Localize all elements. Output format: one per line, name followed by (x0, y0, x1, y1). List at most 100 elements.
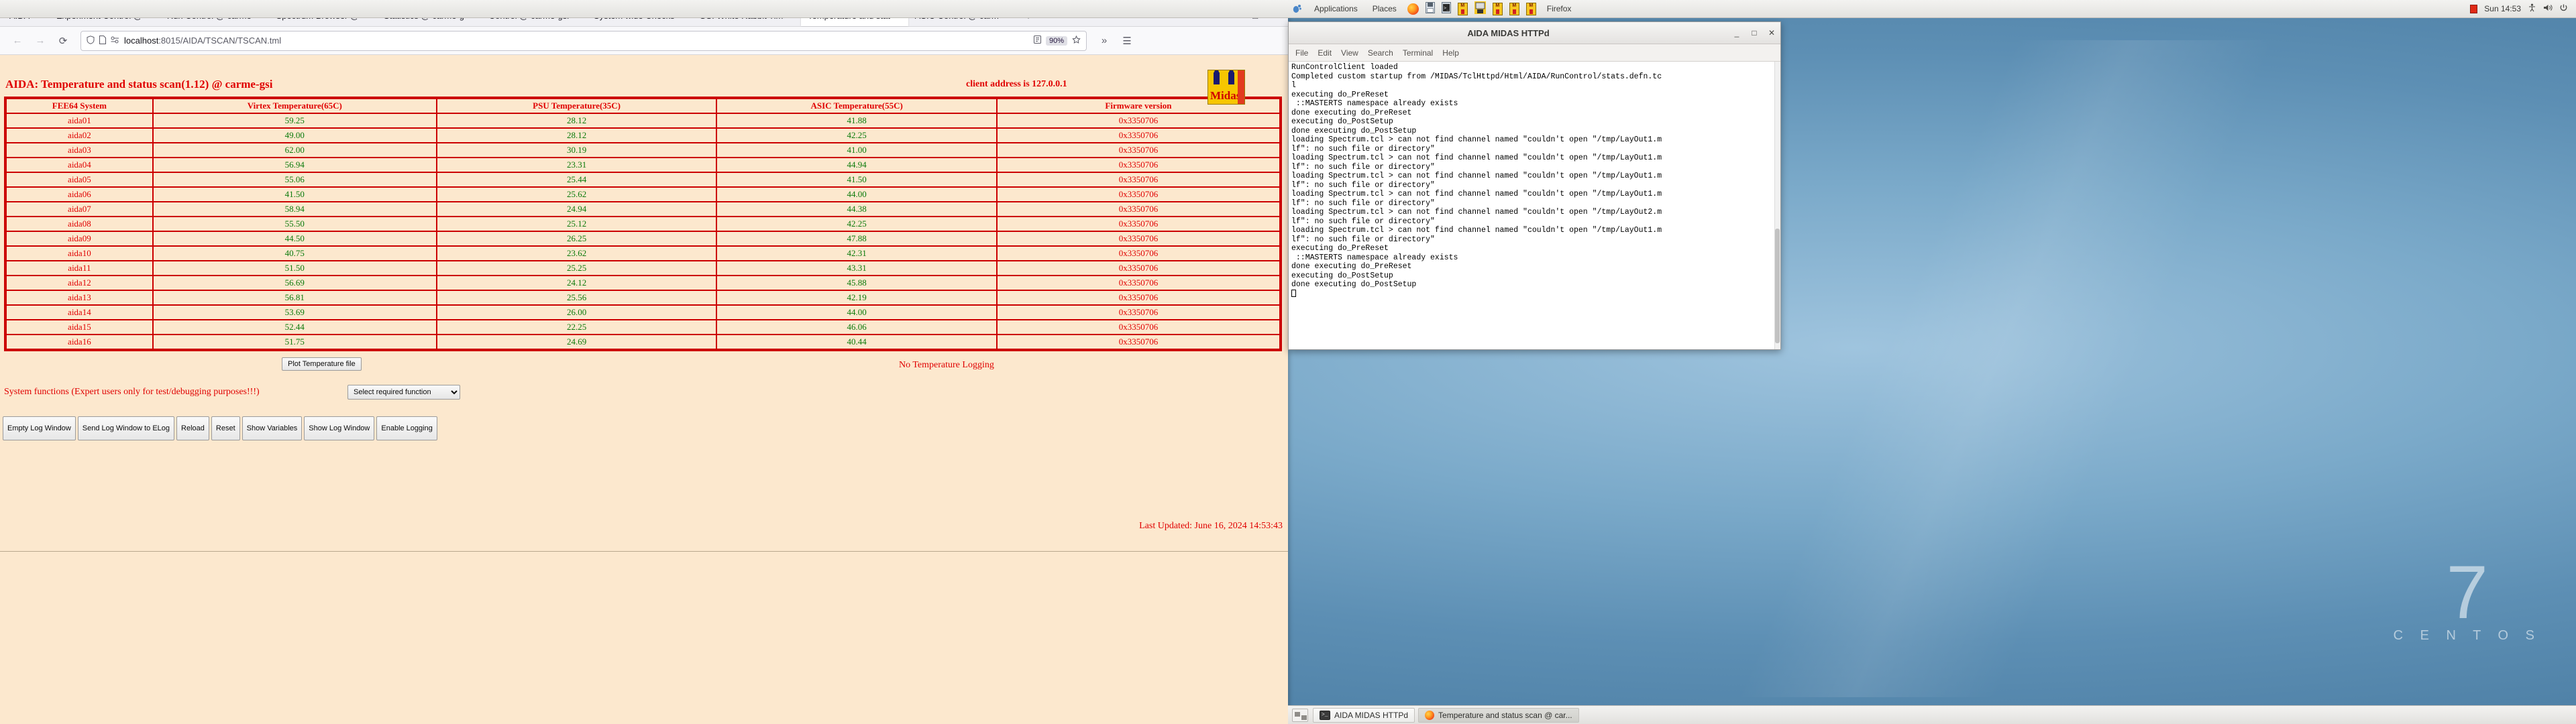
system-button-enable-logging[interactable]: Enable Logging (376, 416, 437, 440)
volume-icon[interactable] (2543, 3, 2553, 14)
centos-version-number: 7 (2394, 564, 2541, 621)
temperature-cell: 55.50 (153, 217, 437, 231)
panel-clock[interactable]: Sun 14:53 (2484, 4, 2521, 13)
workspace-switcher[interactable] (1292, 709, 1308, 722)
system-button-show-log-window[interactable]: Show Log Window (304, 416, 374, 440)
system-button-show-variables[interactable]: Show Variables (242, 416, 303, 440)
firefox-icon[interactable] (1407, 3, 1419, 15)
terminal-output-area[interactable]: RunControlClient loaded Completed custom… (1289, 62, 1780, 349)
fee64-system-cell: aida11 (5, 261, 153, 276)
table-row: aida0456.9423.3144.940x3350706 (5, 158, 1281, 172)
midas-icon-4[interactable]: M (1526, 3, 1536, 15)
firmware-version-cell: 0x3350706 (997, 113, 1281, 128)
table-row: aida0641.5025.6244.000x3350706 (5, 187, 1281, 202)
accessibility-icon[interactable] (2528, 3, 2536, 14)
temperature-status-table: FEE64 SystemVirtex Temperature(65C)PSU T… (4, 97, 1282, 351)
function-select-dropdown[interactable]: Select required function (347, 385, 460, 400)
forward-button[interactable]: → (31, 32, 50, 50)
bookmark-star-icon[interactable] (1072, 36, 1081, 46)
terminal-cursor (1291, 290, 1296, 297)
reader-view-icon[interactable] (1034, 36, 1041, 46)
centos-name: C E N T O S (2394, 628, 2541, 644)
terminal-menu-terminal[interactable]: Terminal (1403, 48, 1433, 58)
fee64-system-cell: aida08 (5, 217, 153, 231)
applications-menu[interactable]: Applications (1310, 3, 1362, 15)
firmware-version-cell: 0x3350706 (997, 305, 1281, 320)
terminal-menu-help[interactable]: Help (1442, 48, 1459, 58)
temperature-cell: 41.88 (716, 113, 997, 128)
midas-logo-text: Midas (1210, 89, 1240, 103)
terminal-maximize-button[interactable]: □ (1746, 28, 1763, 38)
firmware-version-cell: 0x3350706 (997, 172, 1281, 187)
temperature-cell: 41.50 (716, 172, 997, 187)
system-button-send-log-window-to-elog[interactable]: Send Log Window to ELog (78, 416, 174, 440)
terminal-output-text: RunControlClient loaded Completed custom… (1291, 63, 1778, 290)
terminal-app-icon[interactable]: >_ (1442, 2, 1451, 15)
temperature-cell: 43.31 (716, 261, 997, 276)
temperature-cell: 44.00 (716, 305, 997, 320)
system-functions-row: System functions (Expert users only for … (0, 381, 1288, 410)
recording-icon[interactable] (2470, 5, 2477, 13)
fee64-system-cell: aida15 (5, 320, 153, 335)
temperature-cell: 24.12 (437, 276, 717, 290)
url-bar[interactable]: localhost:8015/AIDA/TSCAN/TSCAN.tml 90% (80, 31, 1087, 51)
terminal-menu-file[interactable]: File (1295, 48, 1308, 58)
fee64-system-cell: aida05 (5, 172, 153, 187)
svg-text:>_: >_ (1444, 5, 1450, 11)
table-row: aida0159.2528.1241.880x3350706 (5, 113, 1281, 128)
plot-temperature-file-button[interactable]: Plot Temperature file (282, 357, 362, 371)
system-button-reset[interactable]: Reset (211, 416, 240, 440)
firmware-version-cell: 0x3350706 (997, 320, 1281, 335)
temperature-cell: 26.25 (437, 231, 717, 246)
temperature-cell: 24.94 (437, 202, 717, 217)
permissions-icon[interactable] (111, 36, 119, 46)
table-row: aida0362.0030.1941.000x3350706 (5, 143, 1281, 158)
temperature-cell: 25.25 (437, 261, 717, 276)
taskbar-item-1[interactable]: Temperature and status scan @ car... (1418, 708, 1579, 723)
midas-icon-1[interactable]: M (1458, 3, 1468, 15)
temperature-cell: 28.12 (437, 128, 717, 143)
temperature-cell: 25.44 (437, 172, 717, 187)
table-header-cell: ASIC Temperature(55C) (716, 98, 997, 113)
table-row: aida1151.5025.2543.310x3350706 (5, 261, 1281, 276)
table-row: aida0855.5025.1242.250x3350706 (5, 217, 1281, 231)
terminal-scrollbar[interactable] (1774, 62, 1780, 349)
firmware-version-cell: 0x3350706 (997, 143, 1281, 158)
table-body: aida0159.2528.1241.880x3350706aida0249.0… (5, 113, 1281, 350)
system-button-empty-log-window[interactable]: Empty Log Window (3, 416, 76, 440)
terminal-minimize-button[interactable]: _ (1728, 28, 1746, 38)
fee64-system-cell: aida03 (5, 143, 153, 158)
fee64-system-cell: aida01 (5, 113, 153, 128)
temperature-cell: 28.12 (437, 113, 717, 128)
reload-button[interactable]: ⟳ (54, 32, 72, 50)
back-button[interactable]: ← (8, 32, 27, 50)
system-button-reload[interactable]: Reload (176, 416, 209, 440)
midas-icon-2[interactable]: M (1493, 3, 1503, 15)
table-row: aida0249.0028.1242.250x3350706 (5, 128, 1281, 143)
terminal-titlebar[interactable]: AIDA MIDAS HTTPd _ □ ✕ (1289, 22, 1780, 44)
terminal-scrollbar-thumb[interactable] (1775, 229, 1780, 344)
zoom-level-badge[interactable]: 90% (1046, 36, 1067, 46)
shield-icon[interactable] (87, 36, 95, 46)
power-icon[interactable] (2559, 3, 2568, 14)
firmware-version-cell: 0x3350706 (997, 202, 1281, 217)
temperature-cell: 24.69 (437, 335, 717, 350)
terminal-menubar: File Edit View Search Terminal Help (1289, 44, 1780, 62)
midas-terminal-icon[interactable] (1474, 1, 1486, 16)
terminal-menu-search[interactable]: Search (1368, 48, 1393, 58)
places-menu[interactable]: Places (1368, 3, 1401, 15)
taskbar-item-0[interactable]: >_AIDA MIDAS HTTPd (1313, 708, 1415, 723)
url-text[interactable]: localhost:8015/AIDA/TSCAN/TSCAN.tml (124, 36, 1029, 46)
floppy-icon[interactable] (1426, 2, 1435, 15)
app-menu-button[interactable]: ☰ (1118, 32, 1136, 50)
active-window-label[interactable]: Firefox (1543, 3, 1576, 15)
terminal-menu-edit[interactable]: Edit (1318, 48, 1332, 58)
temperature-cell: 44.00 (716, 187, 997, 202)
system-buttons-row: Empty Log WindowSend Log Window to ELogR… (0, 416, 1288, 440)
terminal-close-button[interactable]: ✕ (1763, 28, 1780, 38)
overflow-menu-button[interactable]: » (1095, 32, 1114, 50)
midas-icon-3[interactable]: M (1509, 3, 1519, 15)
page-icon[interactable] (99, 36, 106, 46)
terminal-menu-view[interactable]: View (1341, 48, 1358, 58)
temperature-cell: 56.94 (153, 158, 437, 172)
